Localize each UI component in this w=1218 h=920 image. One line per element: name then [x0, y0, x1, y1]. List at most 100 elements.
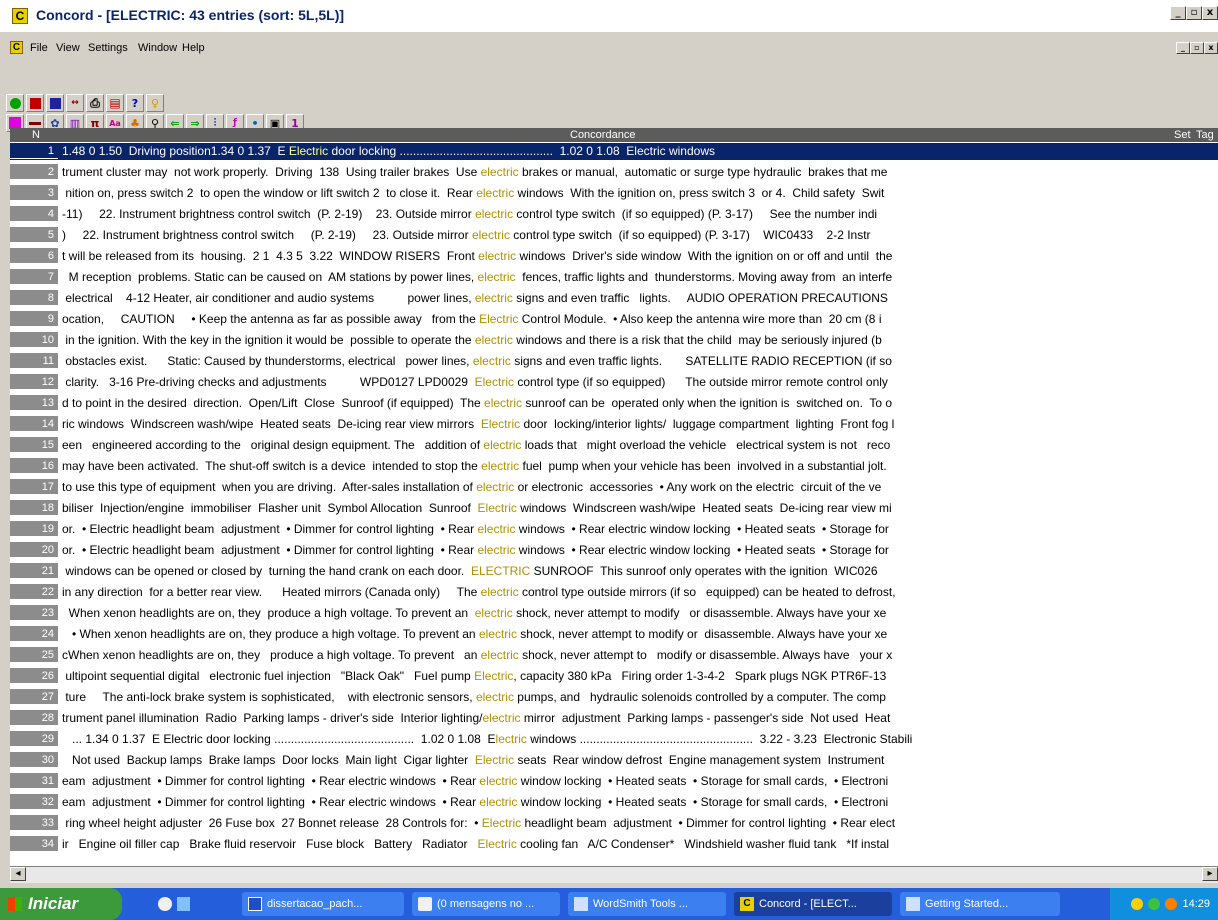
concordance-row[interactable]: 30 Not used Backup lamps Brake lamps Doo…: [10, 752, 1218, 769]
left-context: ultipoint sequential digital electronic …: [62, 669, 475, 683]
search-keyword: electric: [476, 186, 515, 200]
save-as-icon[interactable]: [46, 94, 64, 112]
left-context: ric windows Windscreen wash/wipe Heated …: [62, 417, 481, 431]
menu-help[interactable]: Help: [182, 42, 205, 54]
help-icon[interactable]: ?: [126, 94, 144, 112]
column-header-tag[interactable]: Tag: [1196, 128, 1214, 142]
menu-window[interactable]: Window: [138, 42, 177, 54]
concordance-row[interactable]: 3 nition on, press switch 2 to open the …: [10, 185, 1218, 202]
concordance-row[interactable]: 33 ring wheel height adjuster 26 Fuse bo…: [10, 815, 1218, 832]
concordance-row[interactable]: 9 ocation, CAUTION • Keep the antenna as …: [10, 311, 1218, 328]
concordance-row[interactable]: 23 When xenon headlights are on, they pr…: [10, 605, 1218, 622]
concordance-grid[interactable]: N Concordance Set Tag 1 1.48 0 1.50 Drivi…: [10, 128, 1218, 880]
concordance-row[interactable]: 15 een engineered according to the origin…: [10, 437, 1218, 454]
messenger-icon[interactable]: [1165, 898, 1178, 910]
minimize-button[interactable]: _: [1170, 6, 1186, 20]
column-header-concordance[interactable]: Concordance: [570, 128, 635, 142]
concordance-row[interactable]: 2 trument cluster may not work properly. …: [10, 164, 1218, 181]
right-context: control type outside mirrors (if so equi…: [518, 585, 896, 599]
concordance-row[interactable]: 8 electrical 4-12 Heater, air conditione…: [10, 290, 1218, 307]
concordance-row[interactable]: 28 trument panel illumination Radio Parki…: [10, 710, 1218, 727]
print-preview-icon[interactable]: ▤: [106, 94, 124, 112]
concordance-row[interactable]: 20 or. • Electric headlight beam adjustme…: [10, 542, 1218, 559]
concordance-row[interactable]: 22 in any direction for a better rear vie…: [10, 584, 1218, 601]
row-number: 5: [10, 227, 58, 243]
search-keyword: electric: [479, 774, 518, 788]
print-icon[interactable]: ⎙: [86, 94, 104, 112]
concord-app-icon[interactable]: C: [12, 8, 28, 24]
concordance-row[interactable]: 16 may have been activated. The shut-off …: [10, 458, 1218, 475]
menu-file[interactable]: File: [30, 42, 48, 54]
concordance-line: trument cluster may not work properly. D…: [62, 164, 887, 180]
search-keyword: electric: [480, 648, 519, 662]
taskbar-item-mensagens[interactable]: (0 mensagens no ...: [412, 892, 560, 916]
taskbar-item-getting-started[interactable]: Getting Started...: [900, 892, 1060, 916]
doc-close-button[interactable]: x: [1204, 42, 1218, 54]
hint-icon[interactable]: ♀: [146, 94, 164, 112]
start-button[interactable]: Iniciar: [0, 888, 122, 920]
concordance-row[interactable]: 6 t will be released from its housing. 2 …: [10, 248, 1218, 265]
concordance-row[interactable]: 19 or. • Electric headlight beam adjustme…: [10, 521, 1218, 538]
concordance-line: biliser Injection/engine immobiliser Fla…: [62, 500, 892, 516]
concordance-row[interactable]: 12 clarity. 3-16 Pre-driving checks and …: [10, 374, 1218, 391]
close-button[interactable]: x: [1202, 6, 1218, 20]
menu-settings[interactable]: Settings: [88, 42, 128, 54]
concordance-row[interactable]: 24 • When xenon headlights are on, they …: [10, 626, 1218, 643]
concordance-row[interactable]: 10 in the ignition. With the key in the …: [10, 332, 1218, 349]
search-keyword: electric: [479, 795, 518, 809]
doc-minimize-button[interactable]: _: [1176, 42, 1190, 54]
left-context: clarity. 3-16 Pre-driving checks and adj…: [62, 375, 475, 389]
concordance-row[interactable]: 32 eam adjustment • Dimmer for control li…: [10, 794, 1218, 811]
concordance-row[interactable]: 27 ture The anti-lock brake system is so…: [10, 689, 1218, 706]
concordance-row[interactable]: 7 M reception problems. Static can be ca…: [10, 269, 1218, 286]
left-context: Not used Backup lamps Brake lamps Door l…: [62, 753, 475, 767]
row-number: 14: [10, 416, 58, 432]
concordance-row[interactable]: 5) 22. Instrument brightness control swi…: [10, 227, 1218, 244]
concordance-row[interactable]: 1 1.48 0 1.50 Driving position1.34 0 1.37…: [10, 143, 1218, 160]
antivirus-icon[interactable]: [1148, 898, 1161, 910]
concordance-line: ric windows Windscreen wash/wipe Heated …: [62, 416, 894, 432]
concordance-row[interactable]: 13 d to point in the desired direction. O…: [10, 395, 1218, 412]
row-number: 4: [10, 206, 58, 222]
concordance-row[interactable]: 17 to use this type of equipment when you…: [10, 479, 1218, 496]
search-keyword: electric: [477, 543, 516, 557]
concordance-row[interactable]: 31 eam adjustment • Dimmer for control li…: [10, 773, 1218, 790]
concordance-line: ocation, CAUTION • Keep the antenna as f…: [62, 311, 881, 327]
concordance-row[interactable]: 21 windows can be opened or closed by tu…: [10, 563, 1218, 580]
row-number: 16: [10, 458, 58, 474]
quick-launch[interactable]: [152, 892, 190, 916]
doc-restore-button[interactable]: ▫: [1190, 42, 1204, 54]
right-context: , capacity 380 kPa Firing order 1-3-4-2 …: [513, 669, 887, 683]
document-app-icon[interactable]: C: [10, 41, 23, 54]
row-number: 34: [10, 836, 58, 852]
taskbar-item-concord[interactable]: C Concord - [ELECT...: [734, 892, 892, 916]
concordance-row[interactable]: 18 biliser Injection/engine immobiliser F…: [10, 500, 1218, 517]
scroll-right-button[interactable]: ▸: [1202, 867, 1218, 881]
taskbar-item-wordsmith[interactable]: WordSmith Tools ...: [568, 892, 726, 916]
column-header-set[interactable]: Set: [1174, 128, 1191, 142]
search-keyword: electric: [474, 606, 513, 620]
concordance-row[interactable]: 4 -11) 22. Instrument brightness control …: [10, 206, 1218, 223]
concordance-row[interactable]: 34 ir Engine oil filler cap Brake fluid r…: [10, 836, 1218, 853]
concordance-row[interactable]: 25 cWhen xenon headlights are on, they pr…: [10, 647, 1218, 664]
column-header-n[interactable]: N: [32, 128, 40, 142]
menu-bar: C File View Settings Window Help _ ▫ x: [0, 38, 1218, 58]
network-icon[interactable]: [1131, 898, 1144, 910]
concordance-line: • When xenon headlights are on, they pro…: [62, 626, 887, 642]
save-icon[interactable]: [26, 94, 44, 112]
sort-icon[interactable]: ↔: [66, 94, 84, 112]
horizontal-scrollbar[interactable]: ◂ ▸: [10, 866, 1218, 883]
go-icon[interactable]: [6, 94, 24, 112]
concordance-row[interactable]: 14 ric windows Windscreen wash/wipe Heate…: [10, 416, 1218, 433]
middle-context: 1.34 0 1.37 E: [210, 144, 289, 158]
concordance-line: windows can be opened or closed by turni…: [62, 563, 877, 579]
restore-button[interactable]: ▫: [1186, 6, 1202, 20]
concordance-row[interactable]: 29 ... 1.34 0 1.37 E Electric door locki…: [10, 731, 1218, 748]
concordance-row[interactable]: 11 obstacles exist. Static: Caused by th…: [10, 353, 1218, 370]
concordance-row[interactable]: 26 ultipoint sequential digital electron…: [10, 668, 1218, 685]
search-keyword: electric: [483, 438, 522, 452]
taskbar-item-dissertacao[interactable]: dissertacao_pach...: [242, 892, 404, 916]
row-number: 7: [10, 269, 58, 285]
menu-view[interactable]: View: [56, 42, 80, 54]
scroll-left-button[interactable]: ◂: [10, 867, 26, 881]
